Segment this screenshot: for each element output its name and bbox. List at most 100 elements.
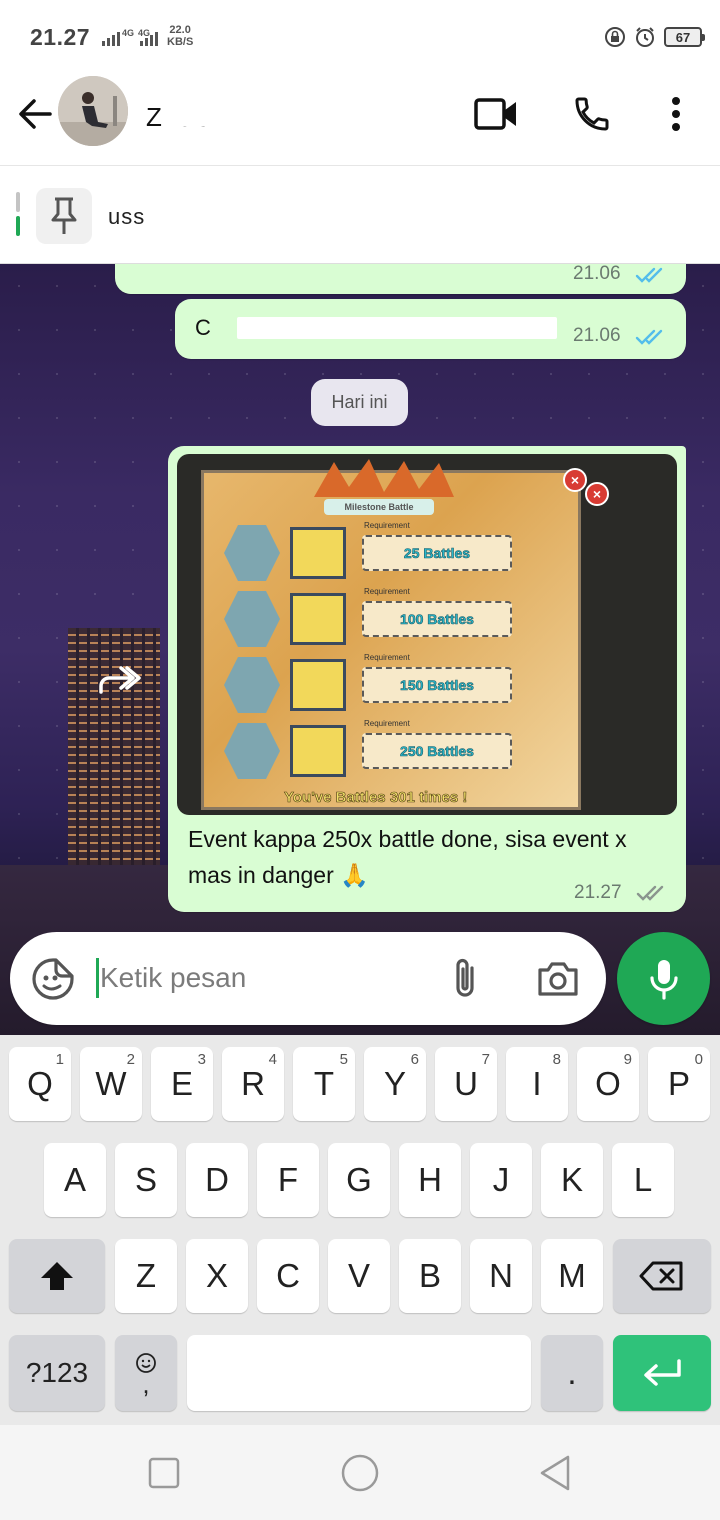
signal-strength-icon (102, 30, 120, 46)
message-time: 21.27 (574, 882, 622, 903)
close-icon: × (563, 468, 587, 492)
key-d[interactable]: D (186, 1143, 248, 1217)
more-options-button[interactable] (652, 90, 700, 138)
camera-button[interactable] (536, 958, 580, 998)
key-label: P (667, 1065, 690, 1102)
key-y[interactable]: Y6 (364, 1047, 426, 1121)
period-key[interactable]: . (541, 1335, 603, 1411)
chat-header: Z .abil (0, 72, 720, 166)
key-b[interactable]: B (399, 1239, 461, 1313)
pinned-indicator-active (16, 216, 20, 236)
key-c[interactable]: C (257, 1239, 319, 1313)
key-n[interactable]: N (470, 1239, 532, 1313)
key-m[interactable]: M (541, 1239, 603, 1313)
paperclip-icon (456, 958, 474, 997)
milestone-row: Requirement 150 Battles (224, 653, 564, 713)
key-r[interactable]: R4 (222, 1047, 284, 1121)
key-h[interactable]: H (399, 1143, 461, 1217)
requirement-value: 150 Battles (362, 667, 512, 703)
status-bar: 21.27 4G 4G 22.0 KB/S 67 (0, 0, 720, 72)
key-x[interactable]: X (186, 1239, 248, 1313)
arrow-left-icon (19, 99, 52, 129)
key-g[interactable]: G (328, 1143, 390, 1217)
voice-record-button[interactable] (617, 932, 710, 1025)
message-bubble[interactable]: 21.06 (115, 264, 686, 294)
recents-button[interactable] (144, 1453, 184, 1493)
phone-icon (575, 97, 609, 131)
symbols-key[interactable]: ?123 (9, 1335, 105, 1411)
delivered-ticks-icon (636, 885, 664, 901)
key-hint: 7 (481, 1051, 490, 1068)
key-s[interactable]: S (115, 1143, 177, 1217)
key-z[interactable]: Z (115, 1239, 177, 1313)
enter-key[interactable] (613, 1335, 711, 1411)
key-q[interactable]: Q1 (9, 1047, 71, 1121)
key-hint: 0 (694, 1051, 703, 1068)
avatar[interactable] (58, 76, 128, 146)
home-button[interactable] (338, 1453, 379, 1493)
space-key[interactable] (187, 1335, 531, 1411)
milestone-row: Requirement 250 Battles (224, 719, 564, 779)
network-speed: 22.0 KB/S (167, 24, 193, 48)
game-title: Milestone Battle (324, 499, 434, 515)
message-bubble[interactable]: C 21.06 (175, 299, 686, 359)
shift-arrow-icon (41, 1262, 73, 1290)
back-button[interactable] (12, 92, 56, 136)
close-icon: × (585, 482, 609, 506)
key-o[interactable]: O9 (577, 1047, 639, 1121)
requirement-label: Requirement (364, 653, 410, 662)
emoji-comma-key[interactable]: , (115, 1335, 177, 1411)
triangle-back-icon (540, 1455, 570, 1491)
message-redaction (237, 317, 557, 339)
key-hint: 9 (623, 1051, 632, 1068)
message-input[interactable] (100, 954, 420, 1002)
key-hint: 5 (339, 1051, 348, 1068)
voice-call-button[interactable] (568, 90, 616, 138)
video-call-button[interactable] (472, 90, 520, 138)
key-k[interactable]: K (541, 1143, 603, 1217)
key-a[interactable]: A (44, 1143, 106, 1217)
key-label: T (313, 1065, 335, 1102)
key-l[interactable]: L (612, 1143, 674, 1217)
contact-name-redaction (170, 104, 300, 126)
requirement-value: 100 Battles (362, 601, 512, 637)
key-i[interactable]: I8 (506, 1047, 568, 1121)
key-label: R (241, 1065, 265, 1102)
pin-thumbnail (36, 188, 92, 244)
requirement-value: 250 Battles (362, 733, 512, 769)
square-icon (148, 1457, 180, 1489)
key-j[interactable]: J (470, 1143, 532, 1217)
key-hint: 6 (410, 1051, 419, 1068)
game-milestone-panel: Milestone Battle Requirement 25 Battles … (201, 459, 581, 810)
backspace-key[interactable] (613, 1239, 711, 1313)
back-nav-button[interactable] (536, 1453, 576, 1493)
key-label: I (532, 1065, 542, 1102)
requirement-label: Requirement (364, 521, 410, 530)
chat-area[interactable]: 21.06 C 21.06 Hari ini Milestone Battle … (0, 264, 720, 1035)
shift-key[interactable] (9, 1239, 105, 1313)
key-v[interactable]: V (328, 1239, 390, 1313)
message-image[interactable]: Milestone Battle Requirement 25 Battles … (177, 454, 677, 815)
key-f[interactable]: F (257, 1143, 319, 1217)
key-w[interactable]: W2 (80, 1047, 142, 1121)
message-text: C (195, 315, 211, 340)
key-label: E (170, 1065, 193, 1102)
key-t[interactable]: T5 (293, 1047, 355, 1121)
message-time: 21.06 (573, 264, 621, 284)
key-hint: 3 (197, 1051, 206, 1068)
key-u[interactable]: U7 (435, 1047, 497, 1121)
forward-button[interactable] (97, 660, 143, 700)
camera-icon (538, 962, 578, 996)
attach-button[interactable] (446, 954, 486, 1002)
status-time: 21.27 (30, 24, 91, 50)
share-forward-icon (99, 666, 141, 694)
pinned-message-bar[interactable]: uss (0, 166, 720, 264)
video-camera-icon (474, 98, 516, 130)
key-p[interactable]: P0 (648, 1047, 710, 1121)
milestone-row: Requirement 25 Battles (224, 521, 564, 581)
key-e[interactable]: E3 (151, 1047, 213, 1121)
image-message-bubble[interactable]: Milestone Battle Requirement 25 Battles … (168, 446, 686, 912)
key-label: W (95, 1065, 127, 1102)
sticker-button[interactable] (30, 956, 76, 1002)
network-type-2: 4G (138, 28, 151, 38)
